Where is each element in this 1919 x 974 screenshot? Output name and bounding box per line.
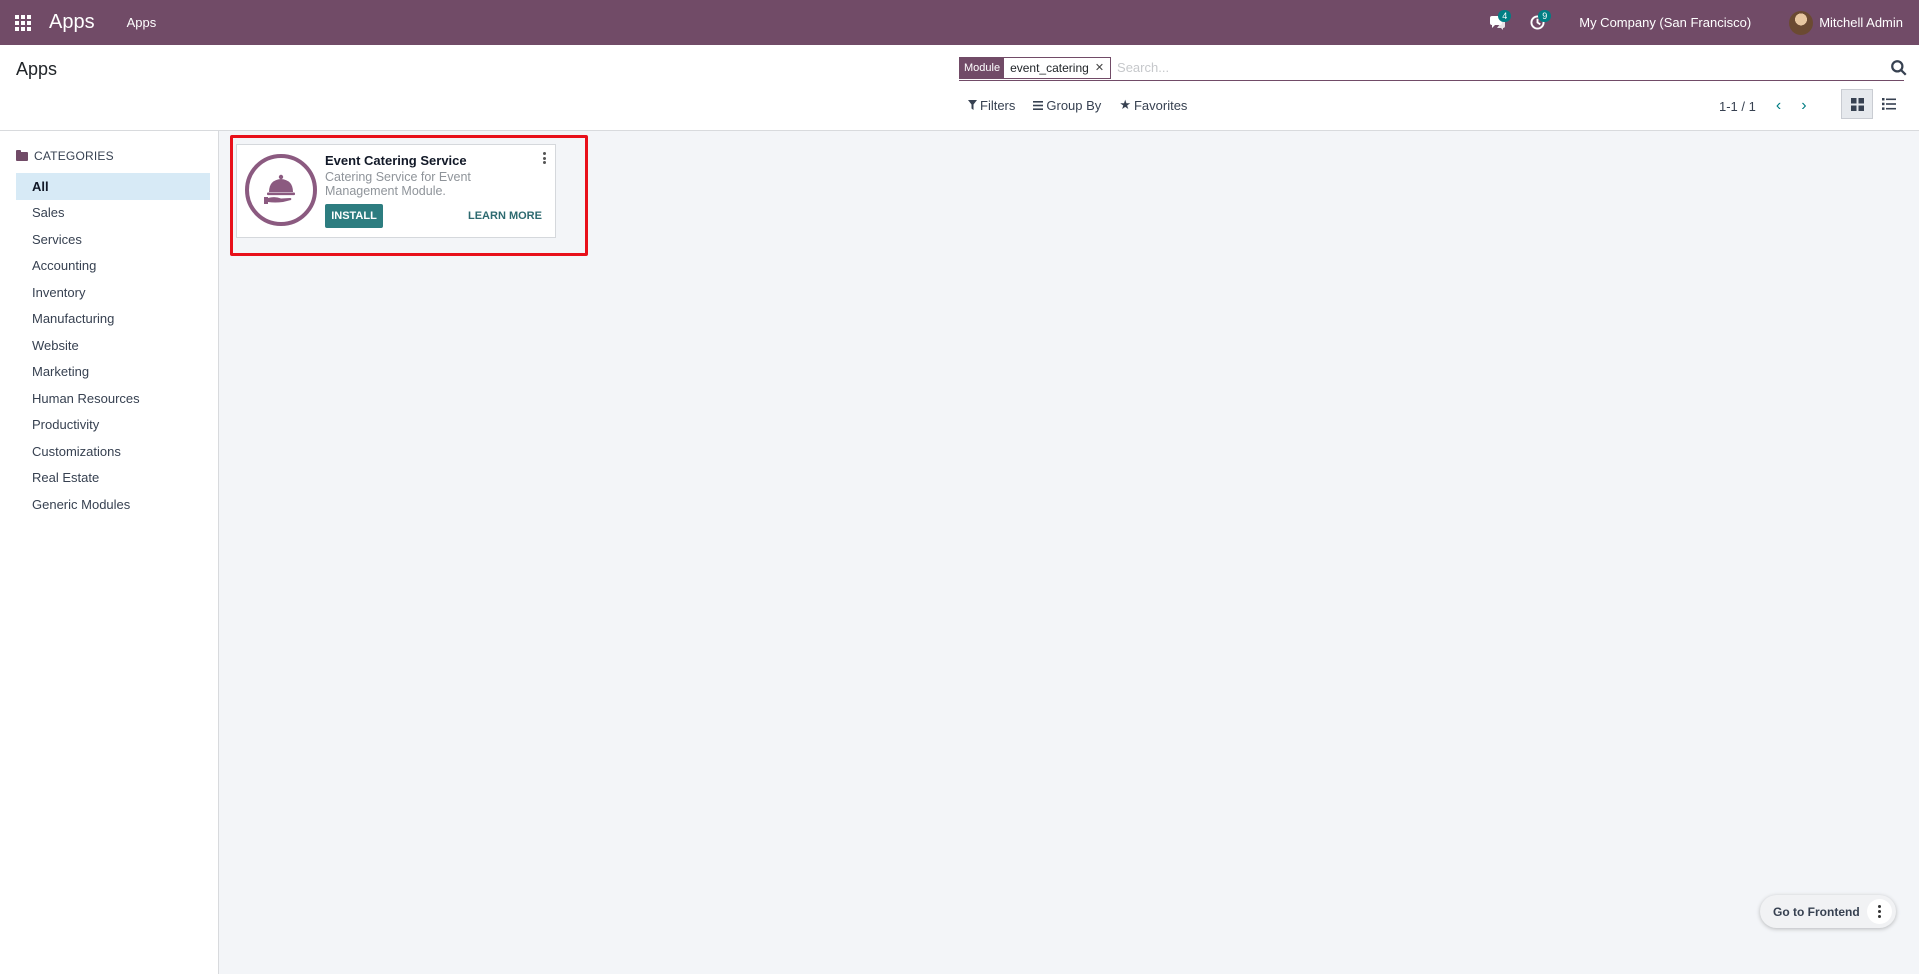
user-name: Mitchell Admin [1819,15,1903,30]
filters-dropdown[interactable]: Filters [968,98,1015,113]
top-navbar: Apps Apps 4 9 My Company (San Francisco)… [0,0,1919,45]
kanban-area: Event Catering Service Catering Service … [219,131,1919,974]
search-icon[interactable] [1890,59,1908,77]
module-card[interactable]: Event Catering Service Catering Service … [236,144,556,238]
category-item-sales[interactable]: Sales [16,200,210,227]
pager-next-icon[interactable]: › [1801,97,1806,115]
learn-more-button[interactable]: LEARN MORE [468,204,542,228]
module-icon [245,154,317,226]
category-item-all[interactable]: All [16,173,210,200]
messages-badge: 4 [1498,10,1512,22]
facet-remove-icon[interactable]: ✕ [1095,61,1104,74]
category-item-services[interactable]: Services [16,226,210,253]
search-facet[interactable]: Module event_catering ✕ [959,56,1112,79]
categories-list: All Sales Services Accounting Inventory … [0,173,218,518]
category-item-website[interactable]: Website [16,332,210,359]
category-item-real-estate[interactable]: Real Estate [16,465,210,492]
company-switcher[interactable]: My Company (San Francisco) [1579,15,1751,30]
view-switcher [1841,89,1905,119]
messages-systray[interactable]: 4 [1477,0,1517,45]
categories-header: CATEGORIES [16,149,218,163]
list-bars-icon [1033,100,1044,110]
category-item-productivity[interactable]: Productivity [16,412,210,439]
category-item-inventory[interactable]: Inventory [16,279,210,306]
avatar [1789,10,1814,35]
folder-icon [16,149,28,161]
categories-header-label: CATEGORIES [34,149,114,163]
search-bar: Module event_catering ✕ [959,55,1907,81]
app-menu-icon[interactable] [0,0,46,45]
frontend-more-icon[interactable] [1867,899,1892,924]
category-item-accounting[interactable]: Accounting [16,253,210,280]
facet-value-wrap: event_catering ✕ [1004,57,1111,78]
control-panel: Apps Module event_catering ✕ Filters Gro… [0,45,1919,131]
list-icon [1882,98,1896,110]
facet-value: event_catering [1010,60,1089,75]
user-menu[interactable]: Mitchell Admin [1789,10,1903,35]
app-brand[interactable]: Apps [49,11,95,34]
category-item-marketing[interactable]: Marketing [16,359,210,386]
activities-systray[interactable]: 9 [1517,0,1557,45]
module-options-icon[interactable] [541,152,547,164]
category-item-generic-modules[interactable]: Generic Modules [16,491,210,518]
pager-previous-icon[interactable]: ‹ [1776,97,1781,115]
search-input[interactable] [1117,60,1898,75]
kanban-icon [1850,97,1864,111]
favorites-dropdown[interactable]: ★ Favorites [1119,97,1187,113]
favorites-label: Favorites [1133,97,1188,113]
go-to-frontend-button[interactable]: Go to Frontend [1773,905,1860,919]
menu-item-apps[interactable]: Apps [127,15,157,30]
star-icon: ★ [1119,97,1131,112]
page-title: Apps [16,59,58,79]
groupby-label: Group By [1046,97,1102,113]
pager-value[interactable]: 1-1 / 1 [1719,99,1756,114]
category-item-human-resources[interactable]: Human Resources [16,385,210,412]
categories-sidebar: CATEGORIES All Sales Services Accounting… [0,131,219,974]
search-panel-controls: Filters Group By ★ Favorites [968,97,1187,113]
groupby-dropdown[interactable]: Group By [1033,98,1101,113]
serving-cloche-icon [264,174,295,204]
filter-icon [968,100,977,110]
list-view-button[interactable] [1873,89,1905,119]
category-item-customizations[interactable]: Customizations [16,438,210,465]
filters-label: Filters [980,97,1016,113]
activities-badge: 9 [1538,10,1552,22]
pager: 1-1 / 1 ‹ › [1719,97,1807,115]
kanban-view-button[interactable] [1841,89,1873,119]
module-title: Event Catering Service [325,153,467,168]
category-item-manufacturing[interactable]: Manufacturing [16,306,210,333]
facet-label: Module [960,57,1005,78]
frontend-widget: Go to Frontend [1760,895,1896,928]
install-button[interactable]: INSTALL [325,204,383,228]
module-description: Catering Service for Event Management Mo… [325,170,471,198]
